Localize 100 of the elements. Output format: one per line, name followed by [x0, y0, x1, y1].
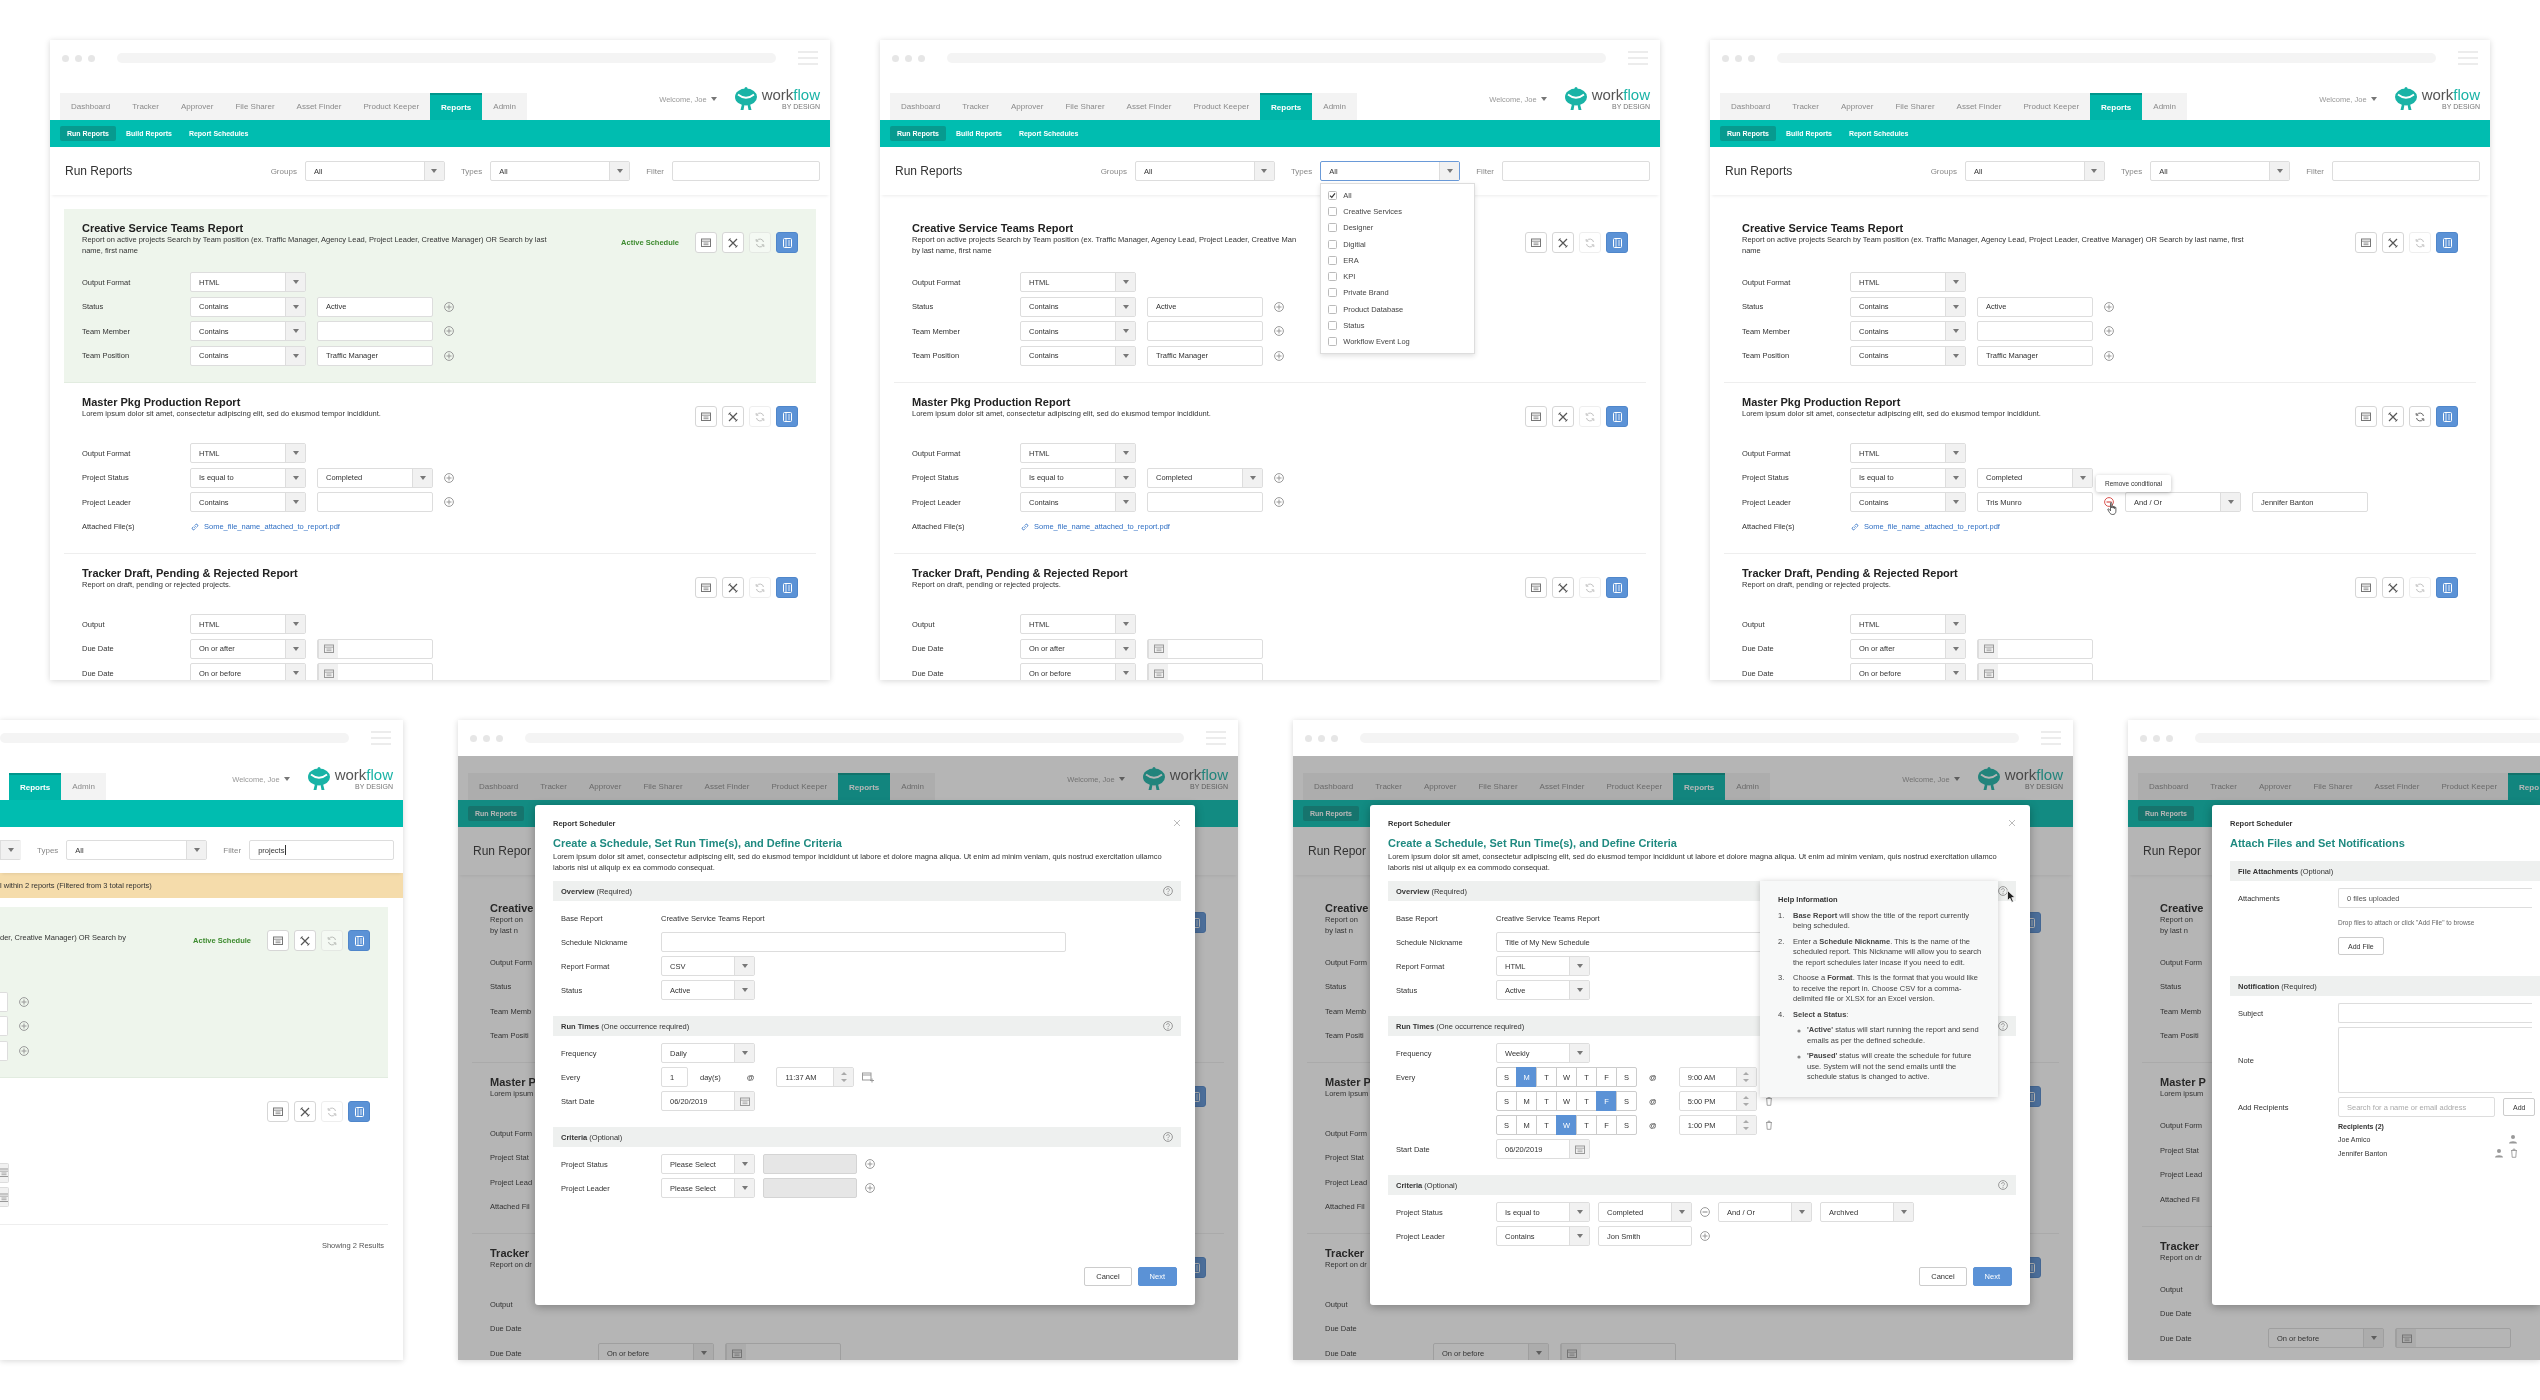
text-field[interactable] — [661, 932, 1066, 952]
date-field[interactable] — [725, 1343, 841, 1360]
add-icon[interactable] — [1700, 1231, 1710, 1241]
help-icon[interactable] — [1163, 1132, 1173, 1142]
settings-button[interactable] — [1552, 406, 1574, 427]
remove-icon[interactable] — [2104, 497, 2114, 508]
settings-button[interactable] — [722, 406, 744, 427]
run-button[interactable] — [776, 406, 798, 427]
schedule-button[interactable] — [267, 1101, 289, 1122]
filter-field[interactable] — [672, 161, 820, 181]
checkbox[interactable] — [1328, 288, 1338, 298]
date-field[interactable] — [1147, 663, 1263, 680]
run-button[interactable] — [1606, 406, 1628, 427]
schedule-button[interactable] — [695, 232, 717, 253]
add-icon[interactable] — [19, 1045, 29, 1056]
date-field[interactable] — [0, 1162, 9, 1183]
help-icon[interactable] — [1998, 1180, 2008, 1190]
add-time-icon[interactable] — [862, 1071, 875, 1083]
add-icon[interactable] — [1274, 326, 1284, 337]
settings-button[interactable] — [294, 930, 316, 951]
help-icon[interactable] — [1998, 1021, 2008, 1031]
text-field[interactable] — [1147, 321, 1263, 342]
text-field[interactable] — [1977, 321, 2093, 342]
add-icon[interactable] — [1274, 301, 1284, 312]
stepper-icon[interactable] — [1743, 1119, 1750, 1131]
trash-icon[interactable] — [1764, 1120, 1773, 1130]
date-field[interactable] — [1977, 638, 2093, 659]
checkbox[interactable] — [1328, 223, 1338, 233]
schedule-button[interactable] — [1525, 232, 1547, 253]
text-field[interactable] — [317, 321, 433, 342]
help-icon[interactable] — [1163, 1021, 1173, 1031]
run-button[interactable] — [1606, 577, 1628, 598]
schedule-button[interactable] — [267, 930, 289, 951]
help-icon[interactable] — [1998, 886, 2008, 896]
close-icon[interactable] — [1173, 819, 1181, 827]
trash-icon[interactable] — [2510, 1148, 2518, 1158]
checkbox[interactable] — [1328, 255, 1338, 265]
dropdown[interactable] — [0, 840, 21, 860]
settings-button[interactable] — [1552, 577, 1574, 598]
text-field[interactable] — [2338, 1003, 2532, 1023]
schedule-button[interactable] — [1525, 406, 1547, 427]
text-field[interactable] — [317, 492, 433, 513]
add-icon[interactable] — [19, 996, 29, 1007]
add-icon[interactable] — [865, 1159, 875, 1169]
run-button[interactable] — [2436, 406, 2458, 427]
run-button[interactable] — [776, 232, 798, 253]
stepper-icon[interactable] — [840, 1071, 847, 1083]
filter-field[interactable] — [1502, 161, 1650, 181]
checkbox[interactable] — [1328, 337, 1338, 347]
add-icon[interactable] — [444, 472, 454, 483]
schedule-button[interactable] — [695, 406, 717, 427]
add-icon[interactable] — [444, 350, 454, 361]
checkbox[interactable] — [1328, 190, 1338, 200]
add-icon[interactable] — [1274, 350, 1284, 361]
schedule-button[interactable] — [1525, 577, 1547, 598]
close-icon[interactable] — [2008, 819, 2016, 827]
add-icon[interactable] — [1274, 497, 1284, 508]
add-icon[interactable] — [2104, 350, 2114, 361]
add-icon[interactable] — [444, 301, 454, 312]
run-button[interactable] — [348, 1101, 370, 1122]
remove-icon[interactable] — [1700, 1207, 1710, 1217]
settings-button[interactable] — [2382, 577, 2404, 598]
checkbox[interactable] — [1328, 206, 1338, 216]
run-button[interactable] — [348, 930, 370, 951]
settings-button[interactable] — [294, 1101, 316, 1122]
run-button[interactable] — [2436, 232, 2458, 253]
run-button[interactable] — [776, 577, 798, 598]
settings-button[interactable] — [722, 232, 744, 253]
add-icon[interactable] — [2104, 301, 2114, 312]
stepper-icon[interactable] — [1743, 1095, 1750, 1107]
schedule-button[interactable] — [695, 577, 717, 598]
run-button[interactable] — [2436, 577, 2458, 598]
add-icon[interactable] — [444, 326, 454, 337]
text-field[interactable] — [0, 1040, 8, 1061]
note-field[interactable] — [2338, 1027, 2532, 1093]
run-button[interactable] — [1606, 232, 1628, 253]
date-field[interactable] — [0, 1187, 9, 1208]
checkbox[interactable] — [1328, 272, 1338, 282]
text-field[interactable] — [0, 991, 8, 1012]
help-icon[interactable] — [1163, 886, 1173, 896]
date-field[interactable] — [317, 638, 433, 659]
settings-button[interactable] — [1552, 232, 1574, 253]
date-field[interactable] — [1560, 1343, 1676, 1360]
checkbox[interactable] — [1328, 321, 1338, 330]
checkbox[interactable] — [1328, 304, 1338, 314]
add-icon[interactable] — [19, 1021, 29, 1032]
add-icon[interactable] — [2104, 326, 2114, 337]
add-icon[interactable] — [865, 1183, 875, 1193]
settings-button[interactable] — [2382, 406, 2404, 427]
add-icon[interactable] — [444, 497, 454, 508]
settings-button[interactable] — [722, 577, 744, 598]
date-field[interactable] — [2395, 1328, 2511, 1349]
schedule-button[interactable] — [2355, 232, 2377, 253]
stepper-icon[interactable] — [1743, 1071, 1750, 1083]
add-icon[interactable] — [1274, 472, 1284, 483]
date-field[interactable] — [1147, 638, 1263, 659]
trash-icon[interactable] — [1764, 1096, 1773, 1106]
settings-button[interactable] — [2382, 232, 2404, 253]
checkbox[interactable] — [1328, 239, 1338, 249]
date-field[interactable] — [317, 663, 433, 680]
